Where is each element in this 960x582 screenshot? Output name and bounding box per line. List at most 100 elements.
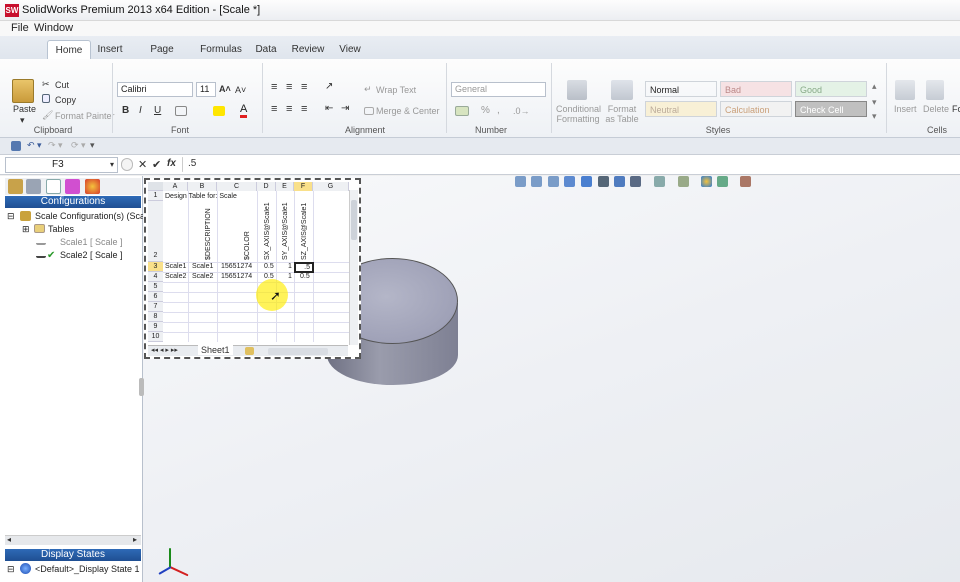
currency-icon[interactable]	[455, 106, 469, 116]
tab-review[interactable]: Review	[289, 40, 327, 59]
row-header-2[interactable]: 2	[148, 201, 163, 262]
formula-input[interactable]: .5	[188, 158, 196, 169]
repeat-icon[interactable]: ⟳ ▾	[71, 140, 86, 151]
orientation-icon[interactable]: ↗	[325, 81, 333, 92]
cancel-entry-icon[interactable]: ✕	[138, 158, 147, 171]
display-state-item[interactable]: <Default>_Display State 1	[35, 564, 140, 574]
property-manager-tab-icon[interactable]	[26, 179, 41, 194]
align-top-icon[interactable]: ≡	[271, 81, 277, 93]
cell-f3-active[interactable]: .5	[294, 262, 314, 273]
styles-more-icon[interactable]: ▾	[872, 111, 877, 122]
copy-button[interactable]: Copy	[55, 95, 76, 105]
indent-icon[interactable]: ⇤	[325, 103, 333, 114]
merge-center-button[interactable]: Merge & Center	[376, 106, 440, 116]
dimxpert-tab-icon[interactable]	[65, 179, 80, 194]
apply-scene-icon[interactable]	[701, 176, 712, 187]
tree-item-scale2[interactable]: Scale2 [ Scale ]	[60, 250, 123, 260]
header-sz-axis[interactable]: SZ_AXIS@Scale1	[301, 202, 308, 260]
view-settings-icon[interactable]	[717, 176, 728, 187]
display-manager-tab-icon[interactable]	[85, 179, 100, 194]
previous-view-icon[interactable]	[548, 176, 559, 187]
insert-cells-button[interactable]: Insert	[894, 104, 917, 114]
section-view-icon[interactable]	[598, 176, 609, 187]
view-orientation-icon[interactable]	[614, 176, 625, 187]
sheet-scroll-thumb[interactable]	[351, 200, 357, 240]
col-header-a[interactable]: A	[163, 182, 188, 191]
name-box[interactable]: F3	[5, 157, 118, 173]
number-format-select[interactable]: General	[451, 82, 546, 97]
cell-c3[interactable]: 15651274	[221, 263, 252, 270]
format-painter-button[interactable]: Format Painter	[55, 111, 115, 121]
cell-b4[interactable]: Scale2	[192, 273, 213, 280]
solidworks-app-icon[interactable]: SW	[5, 4, 19, 17]
enter-entry-icon[interactable]: ✔	[152, 158, 161, 171]
col-header-b[interactable]: B	[188, 182, 217, 191]
align-middle-icon[interactable]: ≡	[286, 81, 292, 93]
format-cells-button[interactable]: Fo	[952, 104, 960, 114]
bold-button[interactable]: B	[122, 105, 129, 116]
delete-cells-button[interactable]: Delete	[923, 104, 949, 114]
cell-e4[interactable]: 1	[288, 273, 292, 280]
align-left-icon[interactable]: ≡	[271, 103, 277, 115]
insert-sheet-icon[interactable]	[245, 347, 254, 355]
header-sx-axis[interactable]: SX_AXIS@Scale1	[264, 202, 271, 260]
scroll-right-icon[interactable]: ▸	[133, 535, 137, 544]
row-header-1[interactable]: 1	[148, 191, 163, 201]
styles-scroll-up-icon[interactable]: ▴	[872, 81, 877, 92]
col-header-d[interactable]: D	[257, 182, 276, 191]
tree-collapse-icon[interactable]: ⊟	[7, 211, 15, 222]
header-color[interactable]: $COLOR	[244, 206, 251, 260]
feature-manager-scrollbar[interactable]: ◂ ▸	[5, 535, 141, 545]
render-tools-icon[interactable]	[740, 176, 751, 187]
align-right-icon[interactable]: ≡	[301, 103, 307, 115]
wrap-text-button[interactable]: Wrap Text	[376, 85, 416, 95]
tree-expand-icon[interactable]: ⊞	[22, 224, 30, 235]
col-header-f[interactable]: F	[294, 182, 313, 191]
styles-scroll-down-icon[interactable]: ▾	[872, 97, 877, 108]
insert-cells-icon[interactable]	[895, 80, 915, 100]
sheet-tab-sheet1[interactable]: Sheet1	[198, 345, 233, 355]
align-bottom-icon[interactable]: ≡	[301, 81, 307, 93]
cell-c4[interactable]: 15651274	[221, 273, 252, 280]
rotate-icon[interactable]	[581, 176, 592, 187]
display-style-icon[interactable]	[630, 176, 641, 187]
redo-icon[interactable]: ↷ ▾	[48, 140, 63, 151]
menu-file[interactable]: File	[11, 22, 29, 34]
sheet-horizontal-scrollbar[interactable]	[268, 348, 328, 355]
name-box-dropdown-icon[interactable]: ▾	[110, 160, 114, 169]
pan-icon[interactable]	[564, 176, 575, 187]
merge-icon[interactable]	[364, 107, 374, 115]
style-bad[interactable]: Bad	[720, 81, 792, 97]
zoom-to-area-icon[interactable]	[531, 176, 542, 187]
tab-page-layout[interactable]: Page Layout	[134, 40, 190, 74]
col-header-c[interactable]: C	[217, 182, 257, 191]
paste-button[interactable]: Paste	[13, 104, 36, 114]
display-state-collapse-icon[interactable]: ⊟	[7, 564, 15, 575]
zoom-to-fit-icon[interactable]	[515, 176, 526, 187]
style-good[interactable]: Good	[795, 81, 867, 97]
font-name-select[interactable]: Calibri	[117, 82, 193, 97]
percent-button[interactable]: %	[481, 105, 490, 116]
fill-color-icon[interactable]	[213, 106, 225, 116]
tab-view[interactable]: View	[336, 40, 364, 59]
grow-font-button[interactable]: A˄	[219, 84, 231, 94]
row-header-7[interactable]: 7	[148, 302, 163, 312]
wrap-text-icon[interactable]: ↵	[364, 84, 372, 95]
design-table-sheet[interactable]: A B C D E F G 1 2 3 4 5 6 7 8 9 10 Desig…	[144, 178, 361, 359]
hide-show-items-icon[interactable]	[654, 176, 665, 187]
underline-button[interactable]: U	[154, 105, 161, 116]
scroll-left-icon[interactable]: ◂	[7, 535, 11, 544]
cell-a4[interactable]: Scale2	[165, 273, 186, 280]
tab-data[interactable]: Data	[252, 40, 280, 59]
format-as-table-button[interactable]: Format as Table	[603, 104, 641, 124]
row-header-10[interactable]: 10	[148, 332, 163, 342]
style-neutral[interactable]: Neutral	[645, 101, 717, 117]
header-sy-axis[interactable]: SY_AXIS@Scale1	[282, 202, 289, 260]
conditional-formatting-button[interactable]: Conditional Formatting	[556, 104, 601, 124]
cell-e3[interactable]: 1	[288, 263, 292, 270]
row-header-8[interactable]: 8	[148, 312, 163, 322]
sheet-vertical-scrollbar[interactable]	[349, 190, 358, 345]
tab-formulas[interactable]: Formulas	[198, 40, 244, 59]
cell-d3[interactable]: 0.5	[264, 263, 274, 270]
font-size-select[interactable]: 11	[196, 82, 216, 97]
